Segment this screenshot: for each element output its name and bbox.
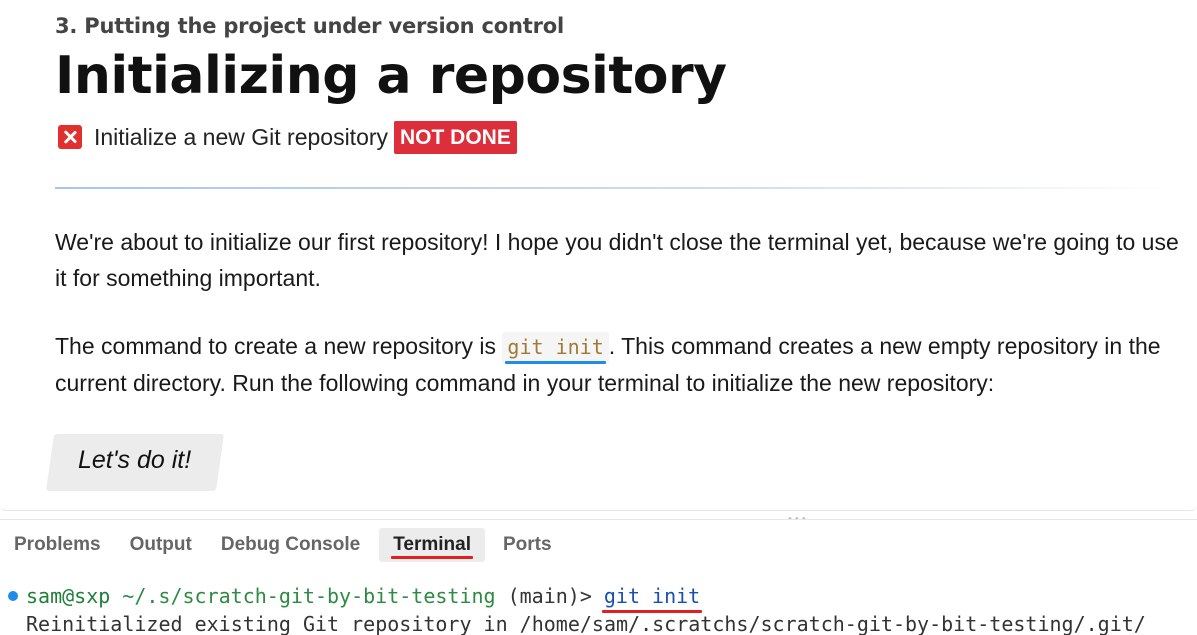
terminal-branch: (main)> xyxy=(507,584,592,608)
tab-terminal-label: Terminal xyxy=(393,534,471,555)
inline-code-underline xyxy=(505,361,606,364)
tab-ports[interactable]: Ports xyxy=(489,528,566,562)
page: 3. Putting the project under version con… xyxy=(0,0,1197,635)
terminal-command: git init xyxy=(601,584,703,613)
terminal-cwd: ~/.s/scratch-git-by-bit-testing xyxy=(122,584,496,608)
paragraph-command: The command to create a new repository i… xyxy=(55,328,1190,401)
page-title: Initializing a repository xyxy=(55,46,727,106)
section-divider xyxy=(55,187,1180,189)
inline-code-git-init[interactable]: git init xyxy=(502,332,609,364)
terminal-output: Reinitialized existing Git repository in… xyxy=(26,612,1146,635)
paragraph-command-text-before: The command to create a new repository i… xyxy=(55,333,503,359)
tab-output[interactable]: Output xyxy=(116,528,206,562)
tab-terminal[interactable]: Terminal xyxy=(379,528,485,562)
chapter-heading: 3. Putting the project under version con… xyxy=(55,14,564,38)
command-status-dot-icon xyxy=(8,591,18,601)
panel-tabs: Problems Output Debug Console Terminal P… xyxy=(0,528,567,562)
cross-mark-icon xyxy=(58,125,82,149)
tab-terminal-underline xyxy=(391,556,473,559)
terminal-command-text: git init xyxy=(603,584,701,608)
task-item: Initialize a new Git repository NOT DONE xyxy=(58,120,517,154)
task-label: Initialize a new Git repository xyxy=(94,123,389,150)
document-view: 3. Putting the project under version con… xyxy=(0,0,1197,511)
tab-problems[interactable]: Problems xyxy=(0,528,115,562)
tab-debug-console[interactable]: Debug Console xyxy=(207,528,374,562)
lets-do-it-button-label[interactable]: Let's do it! xyxy=(78,446,191,475)
paragraph-intro: We're about to initialize our first repo… xyxy=(55,229,1179,291)
bottom-panel: Problems Output Debug Console Terminal P… xyxy=(0,519,1197,635)
status-badge: NOT DONE xyxy=(394,120,517,154)
terminal-user-host: sam@sxp xyxy=(26,584,111,608)
inline-code-text: git init xyxy=(507,335,604,359)
terminal-prompt-line[interactable]: sam@sxp ~/.s/scratch-git-by-bit-testing … xyxy=(0,582,703,613)
